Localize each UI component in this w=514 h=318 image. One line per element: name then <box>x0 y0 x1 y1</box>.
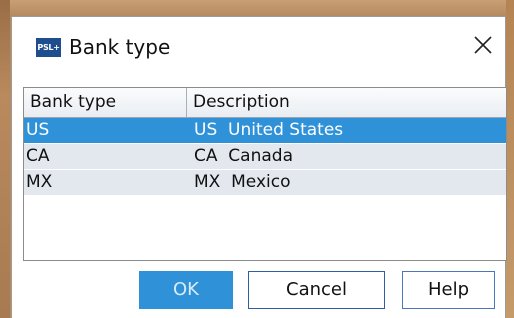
bank-type-cell: MX <box>26 172 53 192</box>
table-body: US US United States CA CA Canada MX MX M… <box>24 118 506 196</box>
table-row[interactable]: US US United States <box>24 118 506 144</box>
column-header-description[interactable]: Description <box>187 88 506 117</box>
cancel-button[interactable]: Cancel <box>248 271 385 309</box>
table-row[interactable]: MX MX Mexico <box>24 170 506 196</box>
description-cell: CA Canada <box>194 146 293 166</box>
bank-type-cell: CA <box>26 146 50 166</box>
column-header-bank-type[interactable]: Bank type <box>24 88 187 117</box>
button-bar: OK Cancel Help <box>12 262 505 318</box>
ok-button[interactable]: OK <box>139 271 233 309</box>
description-cell: MX Mexico <box>194 172 291 192</box>
close-icon <box>474 36 492 54</box>
title-bar[interactable]: PSL+ Bank type <box>12 17 505 80</box>
help-button[interactable]: Help <box>402 271 495 309</box>
screen: PSL+ Bank type Bank type Description US … <box>0 0 514 318</box>
window-title: Bank type <box>69 35 171 59</box>
desktop-background-left <box>0 0 10 318</box>
desktop-background-right <box>506 0 514 318</box>
description-cell: US United States <box>194 120 344 140</box>
app-icon: PSL+ <box>36 38 61 57</box>
table-row[interactable]: CA CA Canada <box>24 144 506 170</box>
bank-type-dialog: PSL+ Bank type Bank type Description US … <box>11 16 507 318</box>
close-button[interactable] <box>469 31 497 59</box>
bank-type-table: Bank type Description US US United State… <box>23 87 507 261</box>
table-header: Bank type Description <box>24 88 506 118</box>
desktop-background-top <box>0 0 514 16</box>
bank-type-cell: US <box>26 120 50 140</box>
